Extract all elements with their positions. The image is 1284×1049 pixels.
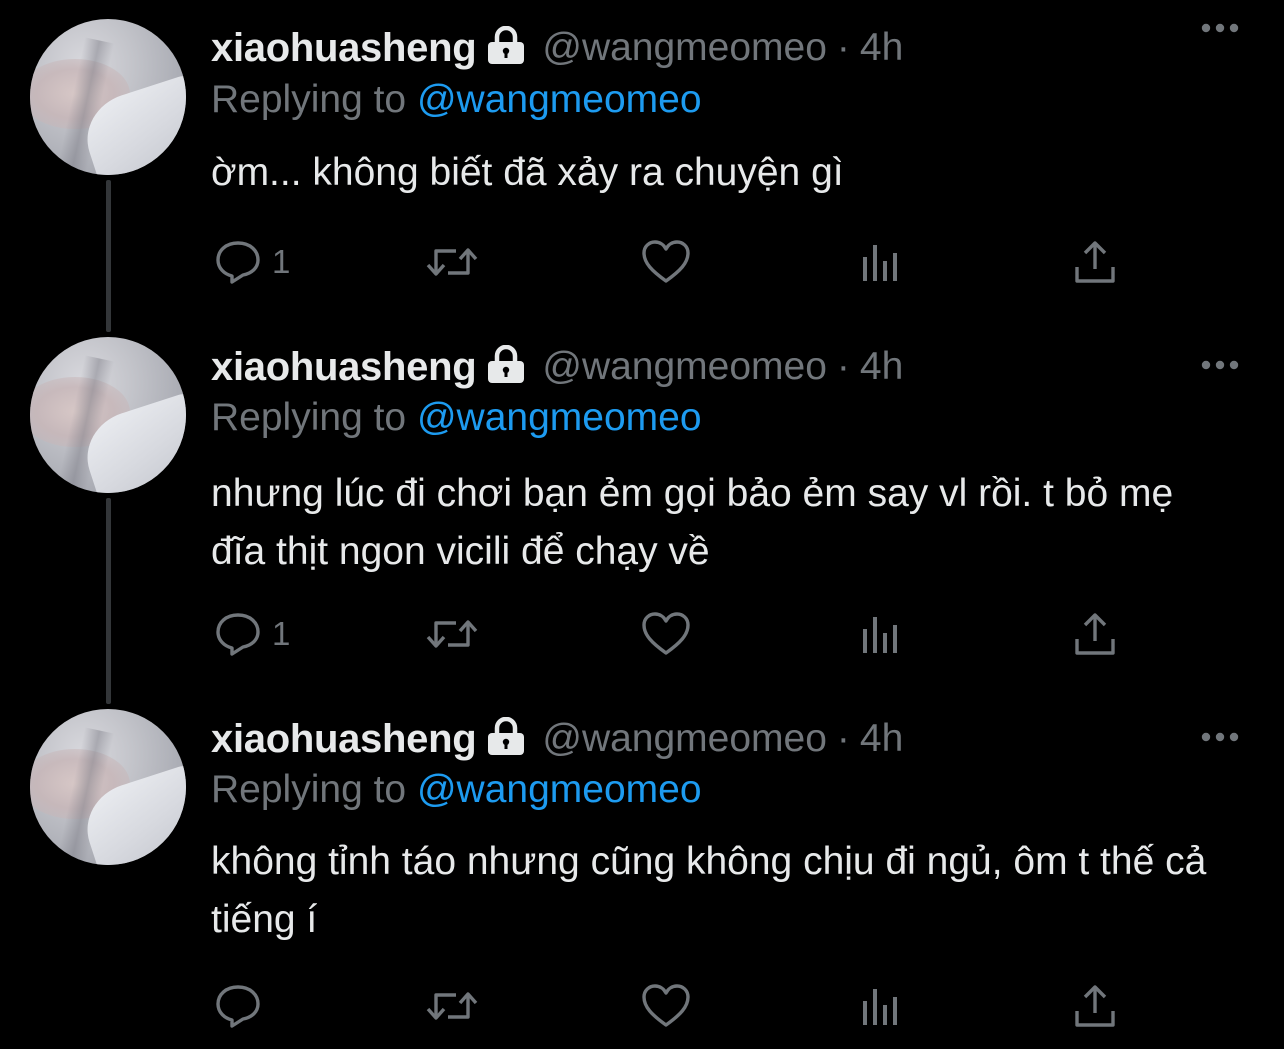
analytics-button[interactable] [860,976,904,1036]
reply-icon [216,241,260,284]
lock-icon [484,716,528,757]
tweet-header: xiaohuasheng @wangmeomeo · 4h [211,20,903,76]
more-icon[interactable] [1196,723,1244,751]
share-button[interactable] [1072,976,1118,1036]
reply-icon [216,985,260,1028]
lock-icon [484,344,528,385]
display-name[interactable]: xiaohuasheng [211,20,477,76]
reply-button[interactable] [214,976,272,1036]
analytics-button[interactable] [860,232,904,292]
reply-icon [216,613,260,656]
avatar[interactable] [30,337,186,493]
share-icon [1075,985,1115,1027]
like-button[interactable] [640,976,692,1036]
analytics-icon [863,989,897,1025]
tweet-text: không tỉnh táo nhưng cũng không chịu đi … [211,840,1207,941]
action-bar [0,976,1284,1036]
display-name[interactable]: xiaohuasheng [211,339,477,395]
retweet-icon [426,620,478,648]
avatar[interactable] [30,709,186,865]
retweet-button[interactable] [424,232,480,292]
reply-count: 1 [272,243,291,280]
separator-dot: · [836,26,850,69]
user-handle[interactable]: @wangmeomeo [542,711,827,767]
like-button[interactable] [640,604,692,664]
mention-link[interactable]: @wangmeomeo [417,78,702,121]
action-bar: 1 [0,232,1284,292]
tweet-header: xiaohuasheng @wangmeomeo · 4h [211,339,903,395]
reply-button[interactable]: 1 [214,604,290,664]
timestamp[interactable]: 4h [860,711,903,767]
tweet[interactable]: xiaohuasheng @wangmeomeo · 4h Replying t… [0,318,1284,688]
replying-to-line: Replying to @wangmeomeo [211,75,702,125]
mention-link[interactable]: @wangmeomeo [417,768,702,811]
more-icon[interactable] [1196,351,1244,379]
separator-dot: · [836,345,850,388]
separator-dot: · [836,717,850,760]
retweet-icon [426,992,478,1020]
mention-link[interactable]: @wangmeomeo [417,396,702,439]
share-icon [1075,241,1115,283]
retweet-button[interactable] [424,976,480,1036]
timestamp[interactable]: 4h [860,20,903,76]
retweet-button[interactable] [424,604,480,664]
timestamp[interactable]: 4h [860,339,903,395]
share-button[interactable] [1072,232,1118,292]
replying-to-line: Replying to @wangmeomeo [211,393,702,443]
replying-to-label: Replying to [211,396,417,439]
lock-icon [484,25,528,66]
tweet-text: nhưng lúc đi chơi bạn ẻm gọi bảo ẻm say … [211,472,1174,573]
share-icon [1075,613,1115,655]
more-icon[interactable] [1196,14,1244,42]
tweet[interactable]: xiaohuasheng @wangmeomeo · 4h Replying t… [0,690,1284,1049]
action-bar: 1 [0,604,1284,664]
analytics-icon [863,617,897,653]
user-handle[interactable]: @wangmeomeo [542,339,827,395]
tweet-text: ờm... không biết đã xảy ra chuyện gì [211,151,844,194]
avatar[interactable] [30,19,186,175]
tweet[interactable]: xiaohuasheng @wangmeomeo · 4h Replying t… [0,0,1284,330]
tweet-header: xiaohuasheng @wangmeomeo · 4h [211,711,903,767]
like-icon [642,984,690,1027]
reply-count: 1 [272,615,291,652]
replying-to-label: Replying to [211,78,417,121]
like-icon [642,612,690,655]
display-name[interactable]: xiaohuasheng [211,711,477,767]
user-handle[interactable]: @wangmeomeo [542,20,827,76]
retweet-icon [426,248,478,276]
analytics-button[interactable] [860,604,904,664]
reply-button[interactable]: 1 [214,232,290,292]
analytics-icon [863,245,897,281]
like-icon [642,240,690,283]
replying-to-line: Replying to @wangmeomeo [211,765,702,815]
like-button[interactable] [640,232,692,292]
replying-to-label: Replying to [211,768,417,811]
share-button[interactable] [1072,604,1118,664]
